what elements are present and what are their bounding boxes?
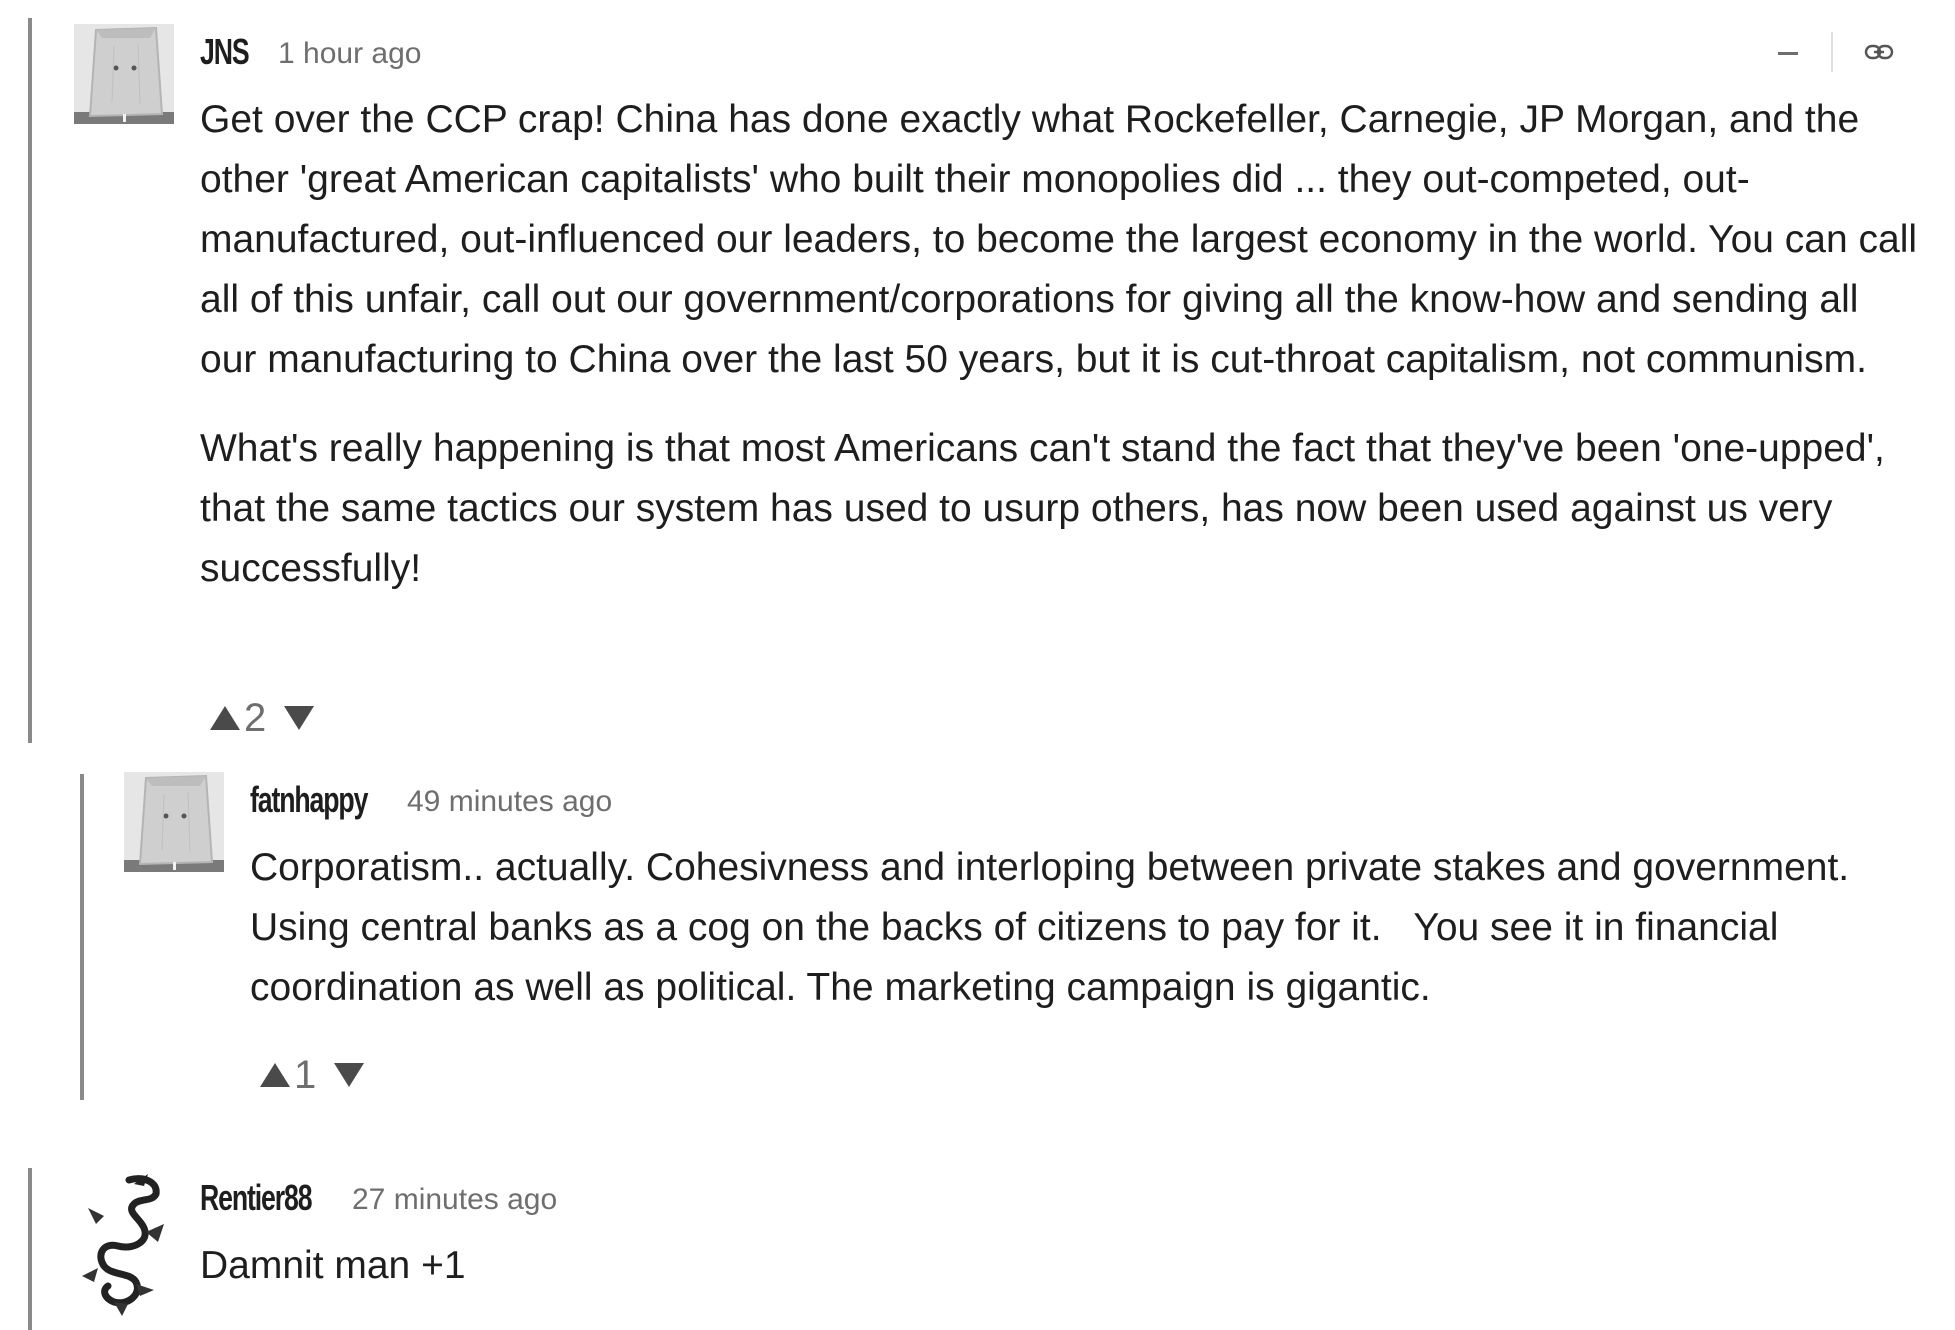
comment-author[interactable]: JNS (200, 32, 250, 72)
downvote-icon[interactable] (334, 1063, 365, 1087)
chain-link-icon (1864, 44, 1894, 60)
avatar[interactable] (124, 772, 224, 872)
header-divider (1831, 32, 1833, 72)
comment-paragraph: Damnit man +1 (200, 1244, 466, 1287)
comment-author[interactable]: fatnhappy (250, 780, 368, 820)
vote-controls: 2 (210, 696, 315, 740)
permalink-button[interactable] (1864, 40, 1894, 64)
comment-body: Corporatism.. actually. Cohesivness and … (250, 838, 1925, 1018)
vote-count: 1 (294, 1053, 317, 1097)
upvote-icon[interactable] (210, 706, 240, 730)
comment-paragraph: What's really happening is that most Ame… (200, 427, 1885, 590)
comment-paragraph: Get over the CCP crap! China has done ex… (200, 98, 1918, 381)
dragon-icon (82, 1174, 164, 1316)
comment-body: Get over the CCP crap! China has done ex… (200, 90, 1925, 599)
vote-count: 2 (244, 696, 267, 740)
comment-thread-border (28, 1168, 32, 1330)
comment-timestamp[interactable]: 1 hour ago (278, 34, 421, 74)
comment-paragraph: Corporatism.. actually. Cohesivness and … (250, 846, 1860, 1009)
collapse-button[interactable] (1778, 52, 1798, 55)
comment-thread-border (28, 18, 32, 743)
vote-controls: 1 (260, 1053, 365, 1097)
reply-thread-border (80, 774, 84, 1100)
avatar[interactable] (74, 1172, 174, 1320)
downvote-icon[interactable] (284, 706, 315, 730)
upvote-icon[interactable] (260, 1063, 290, 1087)
paper-bag-head-icon (74, 24, 174, 124)
comment-timestamp[interactable]: 27 minutes ago (352, 1180, 557, 1220)
comment-timestamp[interactable]: 49 minutes ago (407, 782, 612, 822)
paper-bag-head-icon (124, 772, 224, 872)
avatar[interactable] (74, 24, 174, 124)
comment-body: Damnit man +1 (200, 1236, 1925, 1296)
comment-author[interactable]: Rentier88 (200, 1178, 313, 1218)
